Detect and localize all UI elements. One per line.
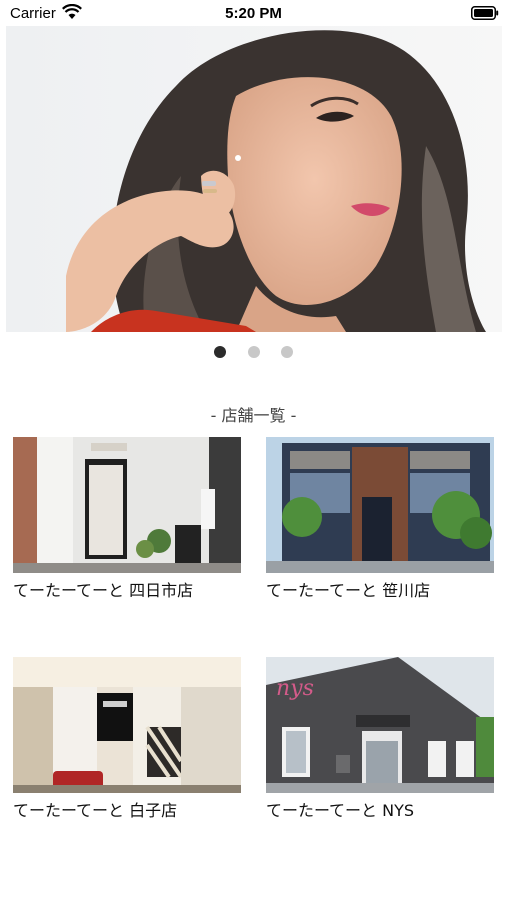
shop-thumbnail[interactable] — [13, 657, 241, 793]
status-bar: Carrier 5:20 PM — [0, 0, 507, 26]
yokkaichi-storefront-photo — [13, 437, 241, 573]
shop-name: てーたーてーと 笹川店 — [266, 581, 431, 600]
battery-icon — [471, 6, 499, 20]
page-dot-2[interactable] — [247, 346, 260, 358]
nys-storefront-photo: nys — [266, 657, 494, 793]
page-control[interactable] — [0, 346, 507, 360]
shop-card-nys[interactable]: nys てーたーてーと NYS — [266, 657, 494, 821]
status-time: 5:20 PM — [225, 5, 282, 22]
svg-text:nys: nys — [276, 676, 314, 701]
model-portrait-photo — [6, 26, 502, 332]
hero-carousel[interactable] — [6, 26, 502, 332]
shop-card-sasagawa[interactable]: てーたーてーと 笹川店 — [266, 437, 494, 601]
shop-thumbnail[interactable]: nys — [266, 657, 494, 793]
shiroko-interior-photo — [13, 657, 241, 793]
shop-thumbnail[interactable] — [266, 437, 494, 573]
page-dot-3[interactable] — [280, 346, 293, 358]
shop-thumbnail[interactable] — [13, 437, 241, 573]
store-list-title: - 店舗一覧 - — [210, 406, 297, 425]
shop-name: てーたーてーと 四日市店 — [13, 581, 194, 600]
shop-name: てーたーてーと 白子店 — [13, 801, 178, 820]
sasagawa-storefront-photo — [266, 437, 494, 573]
shop-card-shiroko[interactable]: てーたーてーと 白子店 — [13, 657, 241, 821]
shop-card-yokkaichi[interactable]: てーたーてーと 四日市店 — [13, 437, 241, 601]
page-dot-1[interactable] — [214, 346, 227, 358]
shop-name: てーたーてーと NYS — [266, 801, 415, 820]
